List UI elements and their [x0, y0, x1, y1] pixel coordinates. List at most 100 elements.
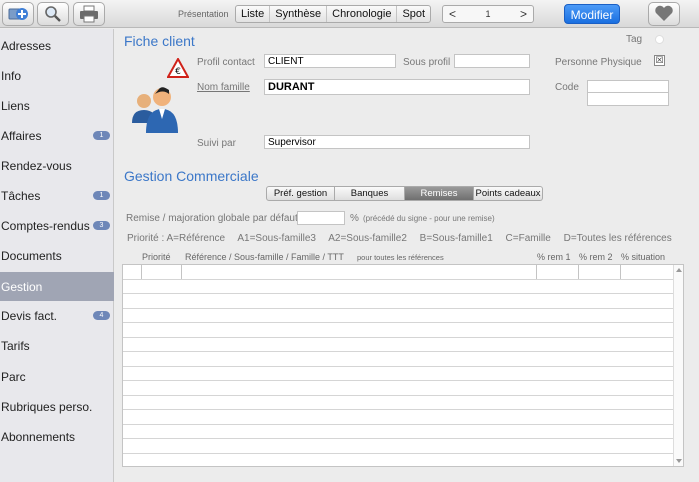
tab-points-cadeaux[interactable]: Points cadeaux: [474, 186, 543, 201]
table-row[interactable]: [123, 309, 674, 323]
search-button[interactable]: [37, 2, 69, 26]
view-liste[interactable]: Liste: [236, 6, 271, 22]
contact-avatar-icon: [132, 87, 178, 133]
toolbar: Présentation Liste Synthèse Chronologie …: [0, 0, 699, 28]
suivi-par-field[interactable]: Supervisor: [264, 135, 530, 149]
legend-item: Priorité : A=Référence: [127, 233, 226, 244]
sidebar-item-devis-fact[interactable]: Devis fact. 4: [0, 301, 114, 330]
legend-item: C=Famille: [505, 233, 551, 244]
column-divider: [141, 265, 142, 279]
sidebar-item-abonnements[interactable]: Abonnements: [0, 422, 114, 451]
count-badge: 4: [93, 311, 110, 320]
remises-table-header: Priorité Référence / Sous-famille / Fami…: [115, 250, 675, 264]
legend-item: D=Toutes les références: [563, 233, 672, 244]
sidebar-item-tarifs[interactable]: Tarifs: [0, 331, 114, 360]
nom-famille-label: Nom famille: [197, 82, 250, 93]
print-button[interactable]: [73, 2, 105, 26]
sidebar-item-documents[interactable]: Documents: [0, 241, 114, 270]
sidebar-item-label: Gestion: [1, 279, 43, 294]
col-reference: Référence / Sous-famille / Famille / TTT: [185, 252, 344, 262]
favorite-button[interactable]: [648, 2, 680, 26]
sidebar-item-label: Rubriques perso.: [1, 399, 93, 414]
table-row[interactable]: [123, 396, 674, 410]
table-row[interactable]: [123, 367, 674, 381]
sous-profil-field[interactable]: [454, 54, 530, 68]
add-button[interactable]: [2, 2, 34, 26]
code-field-2[interactable]: [587, 92, 669, 106]
col-situation: % situation: [621, 252, 666, 262]
view-chronologie[interactable]: Chronologie: [327, 6, 398, 22]
table-row[interactable]: [123, 410, 674, 425]
column-divider: [578, 265, 579, 279]
next-record-button[interactable]: >: [520, 7, 527, 21]
view-switcher: Liste Synthèse Chronologie Spot: [235, 5, 432, 23]
sidebar-item-liens[interactable]: Liens: [0, 91, 114, 120]
sidebar-item-label: Tarifs: [1, 338, 30, 353]
modify-button[interactable]: Modifier: [564, 4, 620, 24]
table-row[interactable]: [123, 439, 674, 454]
tag-toggle[interactable]: [655, 35, 664, 44]
count-badge: 1: [93, 131, 110, 140]
table-row[interactable]: [123, 381, 674, 396]
gestion-tabs: Préf. gestion Banques Remises Points cad…: [266, 186, 543, 201]
sidebar-item-gestion[interactable]: Gestion: [0, 272, 114, 301]
sidebar-item-info[interactable]: Info: [0, 61, 114, 90]
profil-contact-field[interactable]: CLIENT: [264, 54, 396, 68]
tab-pref-gestion[interactable]: Préf. gestion: [266, 186, 335, 201]
sidebar-item-adresses[interactable]: Adresses: [0, 31, 114, 60]
heart-icon: [655, 5, 673, 21]
sidebar-item-label: Parc: [1, 369, 26, 384]
sidebar-item-label: Tâches: [1, 188, 41, 203]
svg-text:€: €: [175, 67, 181, 77]
sidebar-item-label: Devis fact.: [1, 308, 58, 323]
euro-warning-icon: €: [167, 58, 189, 78]
suivi-par-label: Suivi par: [197, 138, 236, 149]
remise-field[interactable]: [297, 211, 345, 225]
prev-record-button[interactable]: <: [449, 7, 456, 21]
sidebar-item-rubriques-perso[interactable]: Rubriques perso.: [0, 392, 114, 421]
col-priorite: Priorité: [142, 252, 171, 262]
sidebar-item-rendez-vous[interactable]: Rendez-vous: [0, 151, 114, 180]
add-plus-icon: [8, 8, 28, 20]
presentation-label: Présentation: [178, 9, 229, 19]
table-row[interactable]: [123, 425, 674, 439]
percent-label: %: [350, 213, 359, 224]
tab-remises[interactable]: Remises: [405, 186, 474, 201]
remise-hint: (précédé du signe - pour une remise): [363, 214, 495, 223]
table-scrollbar[interactable]: [673, 265, 683, 466]
remise-label: Remise / majoration globale par défaut: [126, 213, 298, 224]
table-row[interactable]: [123, 338, 674, 352]
table-row[interactable]: [123, 294, 674, 309]
table-row[interactable]: [123, 323, 674, 338]
sidebar-item-label: Documents: [1, 248, 62, 263]
record-number: 1: [485, 9, 491, 19]
main-panel: Fiche client Tag € Profil contact CLIENT…: [115, 29, 699, 482]
scroll-up-icon[interactable]: [676, 268, 682, 272]
remises-table[interactable]: [122, 264, 684, 467]
sidebar-item-affaires[interactable]: Affaires 1: [0, 121, 114, 150]
sidebar-item-label: Liens: [1, 98, 30, 113]
magnifier-icon: [45, 6, 61, 22]
nom-famille-field[interactable]: DURANT: [264, 79, 530, 95]
gestion-title: Gestion Commerciale: [124, 168, 259, 184]
table-row[interactable]: [123, 280, 674, 294]
sidebar-item-label: Comptes-rendus: [1, 218, 90, 233]
scroll-down-icon[interactable]: [676, 459, 682, 463]
personne-physique-checkbox[interactable]: ☒: [654, 55, 665, 66]
view-synthese[interactable]: Synthèse: [270, 6, 328, 22]
record-pager: < 1 >: [442, 5, 534, 23]
sidebar-item-label: Rendez-vous: [1, 158, 72, 173]
sidebar-item-label: Adresses: [1, 38, 52, 53]
sous-profil-label: Sous profil: [403, 57, 451, 68]
table-row[interactable]: [123, 265, 674, 280]
legend-item: B=Sous-famille1: [419, 233, 493, 244]
col-reference-hint: pour toutes les références: [357, 253, 444, 262]
sidebar: Adresses Info Liens Affaires 1 Rendez-vou…: [0, 29, 114, 482]
table-row[interactable]: [123, 352, 674, 367]
sidebar-item-taches[interactable]: Tâches 1: [0, 181, 114, 210]
profil-contact-label: Profil contact: [197, 57, 255, 68]
tab-banques[interactable]: Banques: [335, 186, 405, 201]
view-spot[interactable]: Spot: [397, 6, 430, 22]
sidebar-item-comptes-rendus[interactable]: Comptes-rendus 3: [0, 211, 114, 240]
sidebar-item-parc[interactable]: Parc: [0, 362, 114, 391]
